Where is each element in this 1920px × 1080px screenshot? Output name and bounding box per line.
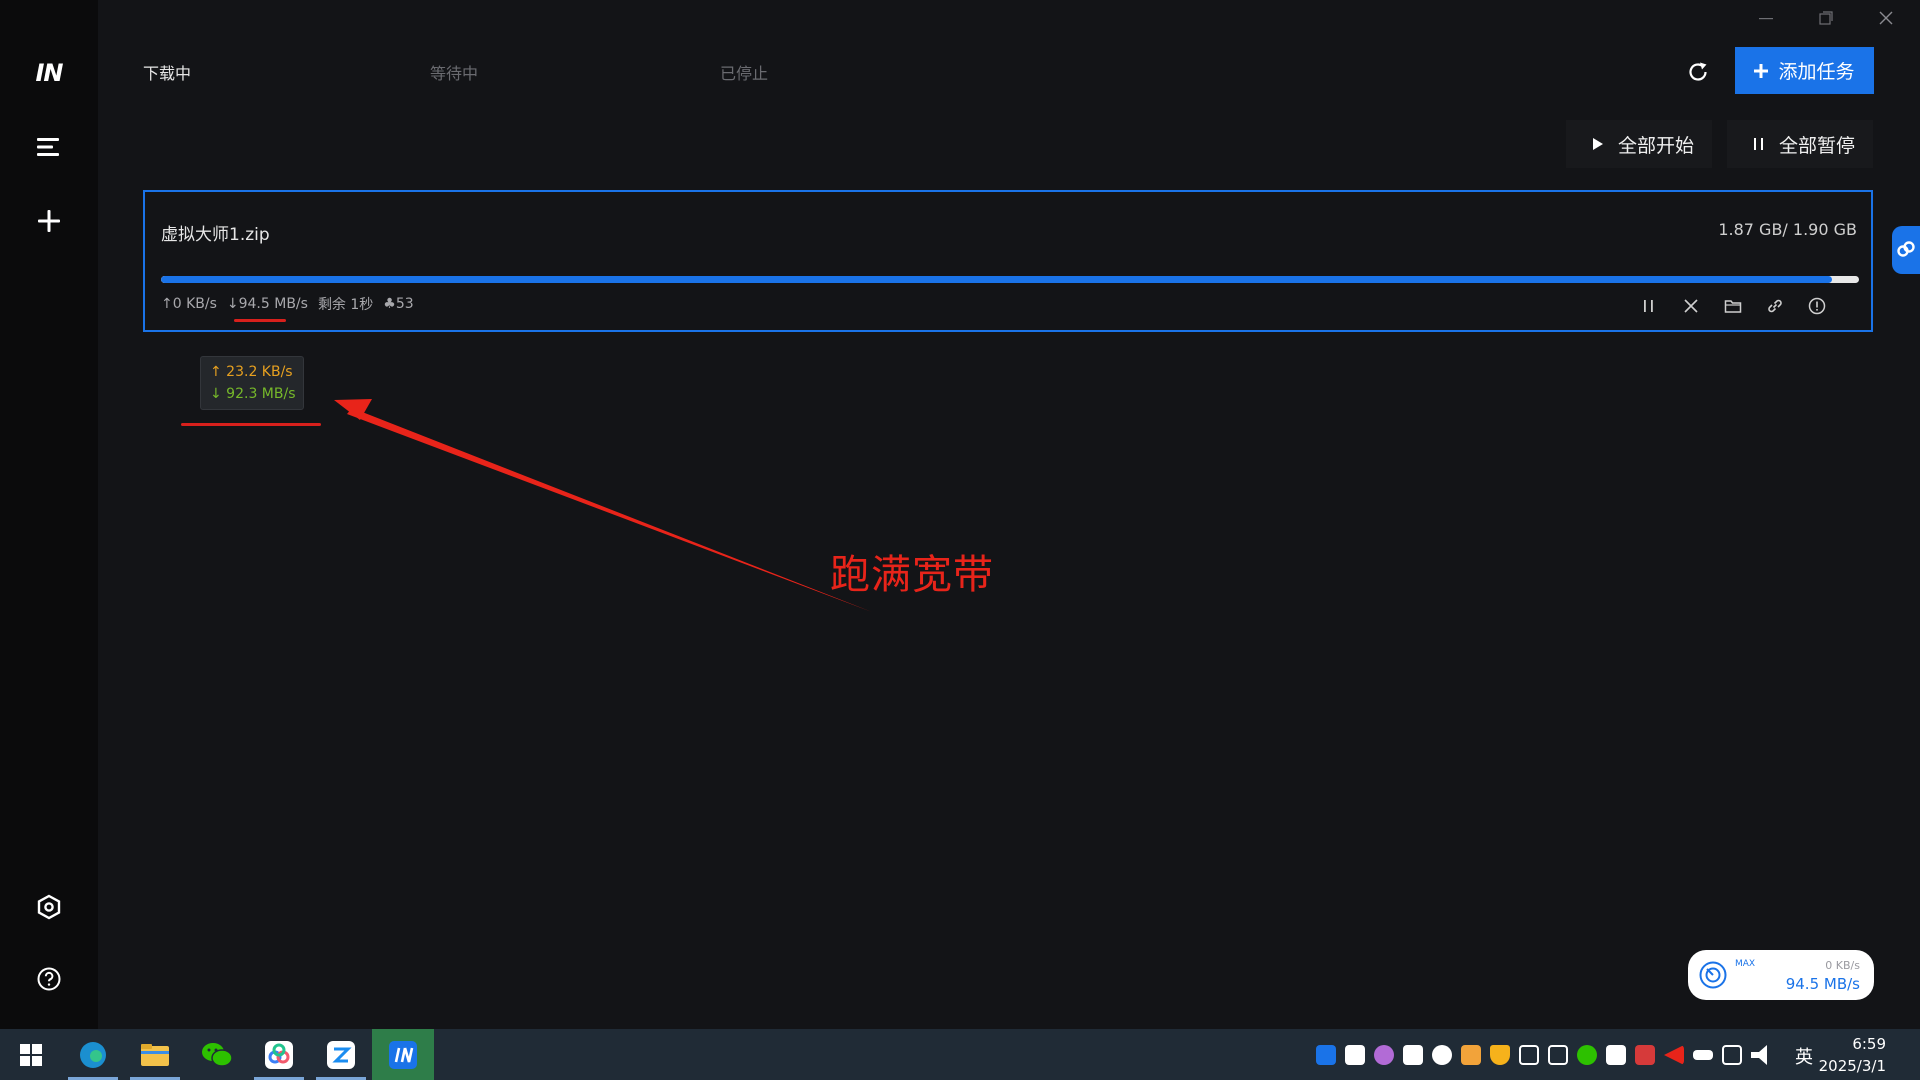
tray-cat-icon[interactable] — [1374, 1045, 1394, 1065]
windows-logo-icon — [20, 1043, 42, 1066]
taskbar-file-explorer[interactable] — [124, 1029, 186, 1080]
taskbar-cloud-app[interactable] — [310, 1029, 372, 1080]
speed-widget-max-label: MAX — [1735, 959, 1756, 969]
tray-folder-icon[interactable] — [1461, 1045, 1481, 1065]
speed-widget-download: 94.5 MB/s — [1785, 975, 1860, 993]
tray-netdisk-icon[interactable] — [1403, 1045, 1423, 1065]
speed-widget[interactable]: MAX 0 KB/s 94.5 MB/s — [1688, 950, 1874, 1000]
network-icon[interactable] — [1722, 1045, 1742, 1065]
tray-code-icon[interactable] — [1432, 1045, 1452, 1065]
input-language[interactable]: 英 — [1795, 1043, 1813, 1069]
folder-icon — [141, 1043, 169, 1066]
baidu-cloud-icon — [1897, 241, 1915, 257]
annotation-arrow — [334, 399, 872, 612]
arrow-shaft — [347, 408, 872, 612]
tray-feather-icon[interactable] — [1664, 1045, 1684, 1065]
clock-time: 6:59 — [1852, 1035, 1886, 1053]
clock-date: 2025/3/1 — [1818, 1057, 1886, 1075]
baidu-netdisk-icon — [265, 1040, 293, 1069]
edge-icon — [80, 1041, 106, 1068]
volume-icon[interactable] — [1751, 1045, 1767, 1065]
tray-red-app-icon[interactable] — [1635, 1045, 1655, 1065]
speed-widget-upload: 0 KB/s — [1825, 959, 1860, 972]
system-tray — [1316, 1045, 1771, 1065]
start-button[interactable] — [0, 1029, 62, 1080]
clock[interactable]: 6:59 2025/3/1 — [1819, 1033, 1886, 1077]
battery-icon[interactable] — [1693, 1050, 1713, 1060]
floating-side-tab[interactable] — [1892, 226, 1920, 274]
speedometer-icon — [1699, 961, 1727, 989]
taskbar-wechat[interactable] — [186, 1029, 248, 1080]
wechat-icon — [202, 1042, 233, 1067]
app-logo-icon — [389, 1040, 417, 1069]
tray-window-icon[interactable] — [1548, 1045, 1568, 1065]
taskbar-edge[interactable] — [62, 1029, 124, 1080]
taskbar-downloader-app[interactable] — [372, 1029, 434, 1080]
taskbar: 英 6:59 2025/3/1 — [0, 1029, 1920, 1080]
taskbar-baidu-netdisk[interactable] — [248, 1029, 310, 1080]
tray-downloader-icon[interactable] — [1316, 1045, 1336, 1065]
tray-app-icon[interactable] — [1345, 1045, 1365, 1065]
tray-shield-icon[interactable] — [1490, 1045, 1510, 1065]
tray-dolby-icon[interactable] — [1519, 1045, 1539, 1065]
tray-cloud-icon[interactable] — [1606, 1045, 1626, 1065]
annotation-text: 跑满宽带 — [830, 552, 994, 598]
cloud-app-icon — [327, 1040, 355, 1069]
tray-wechat-icon[interactable] — [1577, 1045, 1597, 1065]
